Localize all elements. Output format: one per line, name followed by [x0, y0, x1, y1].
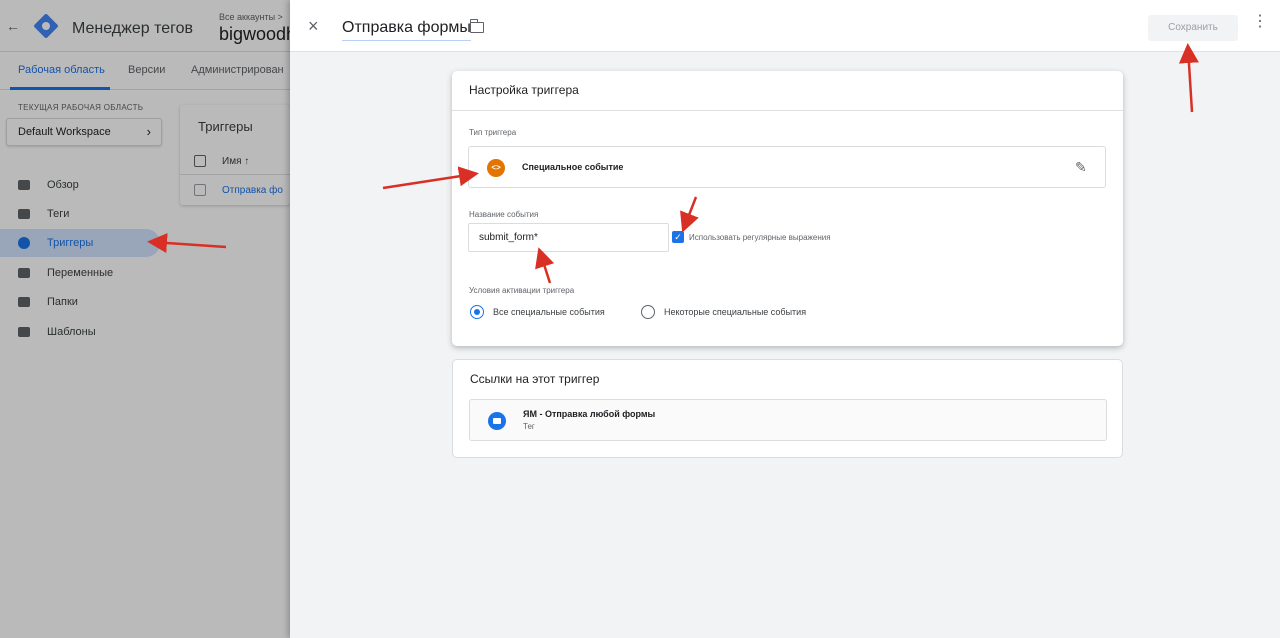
reference-item[interactable]: ЯМ - Отправка любой формы Тег: [469, 399, 1107, 441]
custom-event-icon: <>: [487, 159, 505, 177]
tag-icon: [488, 412, 506, 430]
radio-some-events-label[interactable]: Некоторые специальные события: [664, 307, 806, 317]
reference-title: ЯМ - Отправка любой формы: [523, 409, 656, 419]
folder-icon[interactable]: [469, 19, 484, 33]
trigger-type-selector[interactable]: <> Специальное событие ✎: [468, 146, 1106, 188]
event-name-label: Название события: [469, 210, 539, 219]
event-name-input[interactable]: [469, 224, 668, 251]
close-icon[interactable]: ×: [308, 16, 319, 37]
reference-subtitle: Тег: [523, 422, 535, 431]
trigger-name-title[interactable]: Отправка формы: [342, 19, 471, 41]
card-title: Ссылки на этот триггер: [470, 372, 600, 386]
regex-checkbox[interactable]: ✓: [672, 231, 684, 243]
radio-all-events-label[interactable]: Все специальные события: [493, 307, 605, 317]
trigger-config-card: Настройка триггера Тип триггера <> Специ…: [452, 71, 1123, 346]
regex-checkbox-label[interactable]: Использовать регулярные выражения: [689, 233, 831, 242]
trigger-references-card: Ссылки на этот триггер ЯМ - Отправка люб…: [452, 359, 1123, 458]
conditions-label: Условия активации триггера: [469, 286, 575, 295]
trigger-type-value: Специальное событие: [522, 162, 624, 172]
panel-header: × Отправка формы Сохранить ⋮: [290, 0, 1280, 52]
edit-pencil-icon[interactable]: ✎: [1075, 159, 1087, 176]
trigger-editor-panel: × Отправка формы Сохранить ⋮ Настройка т…: [290, 0, 1280, 638]
divider: [452, 110, 1123, 111]
radio-some-events[interactable]: [641, 305, 655, 319]
save-button[interactable]: Сохранить: [1148, 15, 1238, 41]
event-name-field[interactable]: [468, 223, 669, 252]
modal-backdrop[interactable]: [0, 0, 290, 638]
trigger-type-label: Тип триггера: [469, 128, 517, 137]
radio-all-events[interactable]: [470, 305, 484, 319]
more-vert-icon[interactable]: ⋮: [1252, 14, 1268, 30]
card-title: Настройка триггера: [469, 83, 579, 97]
